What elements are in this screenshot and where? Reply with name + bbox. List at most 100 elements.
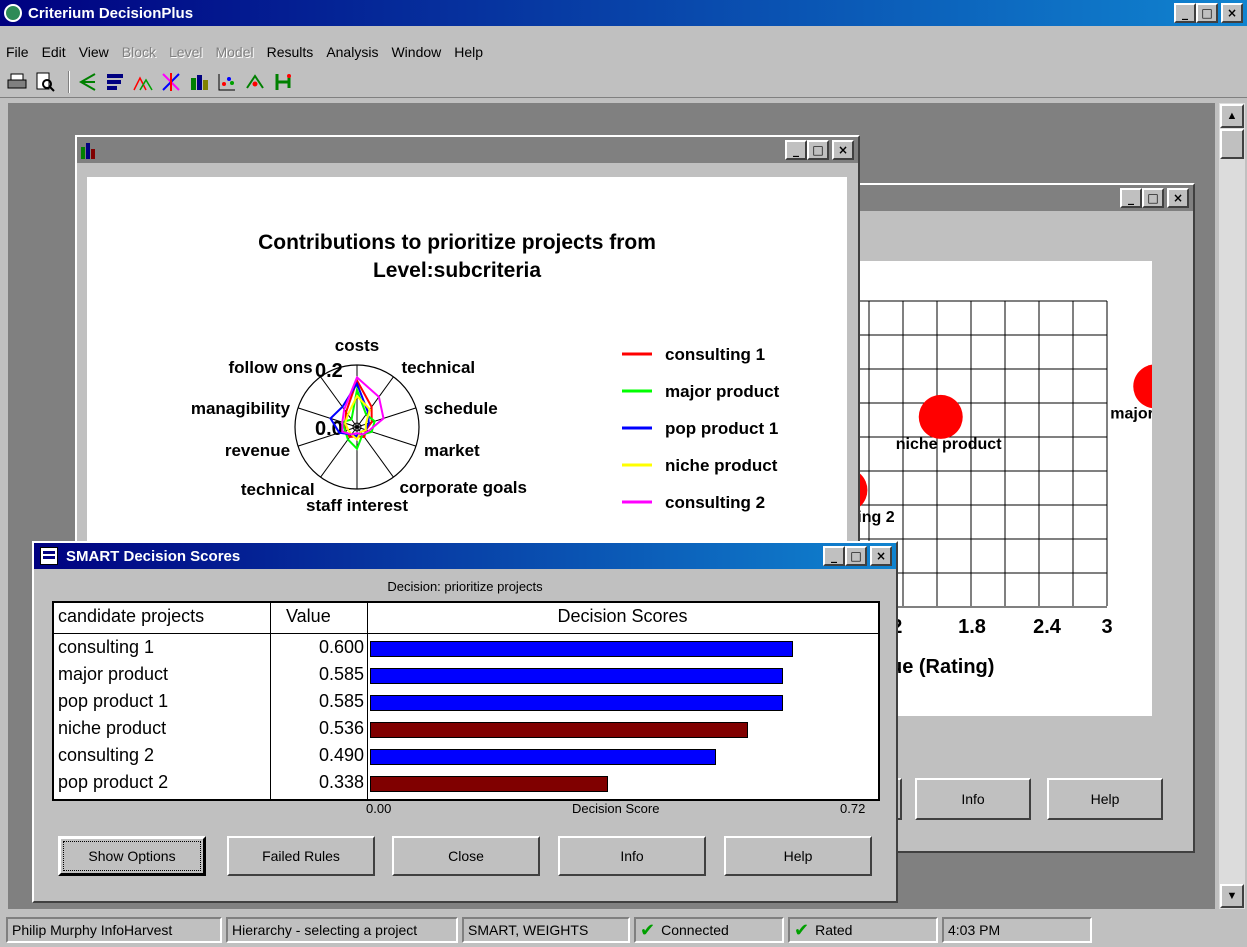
help-label: Help <box>783 848 813 864</box>
smart-window-title-bar[interactable]: SMART Decision Scores _ □ × <box>34 543 896 569</box>
minimize-button[interactable]: _ <box>1174 3 1196 23</box>
app-title-bar[interactable]: Criterium DecisionPlus _ □ × <box>0 0 1247 26</box>
scatter-point-label: major product <box>1110 405 1152 422</box>
radar-axis-label: market <box>424 441 480 460</box>
print-preview-icon[interactable] <box>34 71 56 93</box>
scatter-close-button[interactable]: × <box>1167 188 1189 208</box>
close-label: Close <box>448 848 484 864</box>
menu-item-analysis[interactable]: Analysis <box>326 44 378 60</box>
status-time: 4:03 PM <box>942 917 1092 943</box>
smart-minimize-button[interactable]: _ <box>823 546 845 566</box>
legend-entry: major product <box>665 382 780 401</box>
menu-item-edit[interactable]: Edit <box>42 44 66 60</box>
contributions-icon[interactable] <box>188 71 210 93</box>
smart-window-icon <box>40 547 58 565</box>
x-tick-label: 3 <box>1101 616 1112 638</box>
toolbar <box>0 66 1247 98</box>
project-name: niche product <box>58 718 167 738</box>
scroll-up-button[interactable]: ▲ <box>1220 104 1244 128</box>
menu-item-view[interactable]: View <box>79 44 109 60</box>
scatter-point-label: niche product <box>896 436 1002 453</box>
status-connected: ✔ Connected <box>634 917 784 943</box>
close-button[interactable]: × <box>1221 3 1243 23</box>
radar-axis-label: managibility <box>191 399 291 418</box>
project-value: 0.585 <box>318 691 364 711</box>
sensitivity-icon[interactable] <box>160 71 182 93</box>
scatter-minimize-button[interactable]: _ <box>1120 188 1142 208</box>
radial-tick-max: 0.2 <box>315 360 343 382</box>
legend-entry: pop product 1 <box>665 419 778 438</box>
score-bar <box>370 749 716 765</box>
score-bar <box>370 695 783 711</box>
show-options-button[interactable]: Show Options <box>58 836 206 876</box>
project-value: 0.536 <box>318 718 364 738</box>
project-name: pop product 2 <box>58 772 169 792</box>
menu-item-window[interactable]: Window <box>391 44 441 60</box>
tradeoff-icon[interactable] <box>244 71 266 93</box>
vertical-scrollbar[interactable]: ▲ ▼ <box>1219 103 1245 909</box>
hierarchy-icon[interactable] <box>76 71 98 93</box>
scatter-help-button[interactable]: Help <box>1047 778 1163 820</box>
score-bar <box>370 641 794 657</box>
help-button[interactable]: Help <box>724 836 872 876</box>
project-name: pop product 1 <box>58 691 169 711</box>
contributions-chart: Contributions to prioritize projects fro… <box>87 177 847 557</box>
maximize-button[interactable]: □ <box>1196 3 1218 23</box>
scroll-down-button[interactable]: ▼ <box>1220 884 1244 908</box>
chart-title-line2: Level:subcriteria <box>373 259 541 282</box>
chart-title-line1: Contributions to prioritize projects fro… <box>258 231 656 254</box>
x-max-label: 0.72 <box>840 801 866 816</box>
header-decision-scores: Decision Scores <box>557 606 688 626</box>
menu-item-results[interactable]: Results <box>267 44 314 60</box>
status-method: SMART, WEIGHTS <box>462 917 630 943</box>
smart-window[interactable]: SMART Decision Scores _ □ × Decision: pr… <box>32 541 898 903</box>
menu-item-model: Model <box>215 44 254 60</box>
contrib-close-button[interactable]: × <box>832 140 854 160</box>
project-value: 0.585 <box>318 664 364 684</box>
project-value: 0.338 <box>318 772 364 792</box>
project-name: consulting 1 <box>58 637 155 657</box>
scatter-info-label: Info <box>961 791 985 807</box>
menu-item-help[interactable]: Help <box>454 44 483 60</box>
status-model: Hierarchy - selecting a project <box>226 917 458 943</box>
legend-entry: consulting 1 <box>665 345 765 364</box>
menu-item-level: Level <box>169 44 203 60</box>
project-value: 0.490 <box>318 745 364 765</box>
print-icon[interactable] <box>6 71 28 93</box>
checkmark-icon: ✔ <box>640 919 656 941</box>
radar-axis-label: technical <box>401 358 475 377</box>
flow-icon[interactable] <box>272 71 294 93</box>
scatter-maximize-button[interactable]: □ <box>1142 188 1164 208</box>
radar-axis-label: revenue <box>225 441 290 460</box>
app-title: Criterium DecisionPlus <box>28 4 194 22</box>
distribution-icon[interactable] <box>132 71 154 93</box>
close-dialog-button[interactable]: Close <box>392 836 540 876</box>
contributions-window[interactable]: _ □ × Contributions to prioritize projec… <box>75 135 860 557</box>
menu-bar: File Edit View Block Level Model Results Analys… <box>0 38 1247 66</box>
menu-item-file[interactable]: File <box>6 44 29 60</box>
bar-results-icon[interactable] <box>104 71 126 93</box>
info-button[interactable]: Info <box>558 836 706 876</box>
score-bar <box>370 776 609 792</box>
contrib-minimize-button[interactable]: _ <box>785 140 807 160</box>
info-label: Info <box>620 848 644 864</box>
scatter-help-label: Help <box>1090 791 1120 807</box>
x-axis-label: Decision Score <box>572 801 660 816</box>
decision-caption: Decision: prioritize projects <box>387 579 543 594</box>
menu-item-block: Block <box>121 44 157 60</box>
app-logo-icon <box>4 4 22 22</box>
status-connected-label: Connected <box>661 922 729 938</box>
scatter-icon[interactable] <box>216 71 238 93</box>
smart-maximize-button[interactable]: □ <box>845 546 867 566</box>
scatter-info-button[interactable]: Info <box>915 778 1031 820</box>
project-name: consulting 2 <box>58 745 155 765</box>
smart-close-button[interactable]: × <box>870 546 892 566</box>
scroll-thumb[interactable] <box>1220 129 1244 159</box>
radial-tick-min: 0.0 <box>315 418 343 440</box>
scatter-point <box>918 394 963 439</box>
status-bar: Philip Murphy InfoHarvest Hierarchy - se… <box>0 913 1247 947</box>
contributions-window-title-bar[interactable]: _ □ × <box>77 137 858 163</box>
contrib-maximize-button[interactable]: □ <box>807 140 829 160</box>
failed-rules-button[interactable]: Failed Rules <box>227 836 375 876</box>
header-value: Value <box>286 606 331 626</box>
